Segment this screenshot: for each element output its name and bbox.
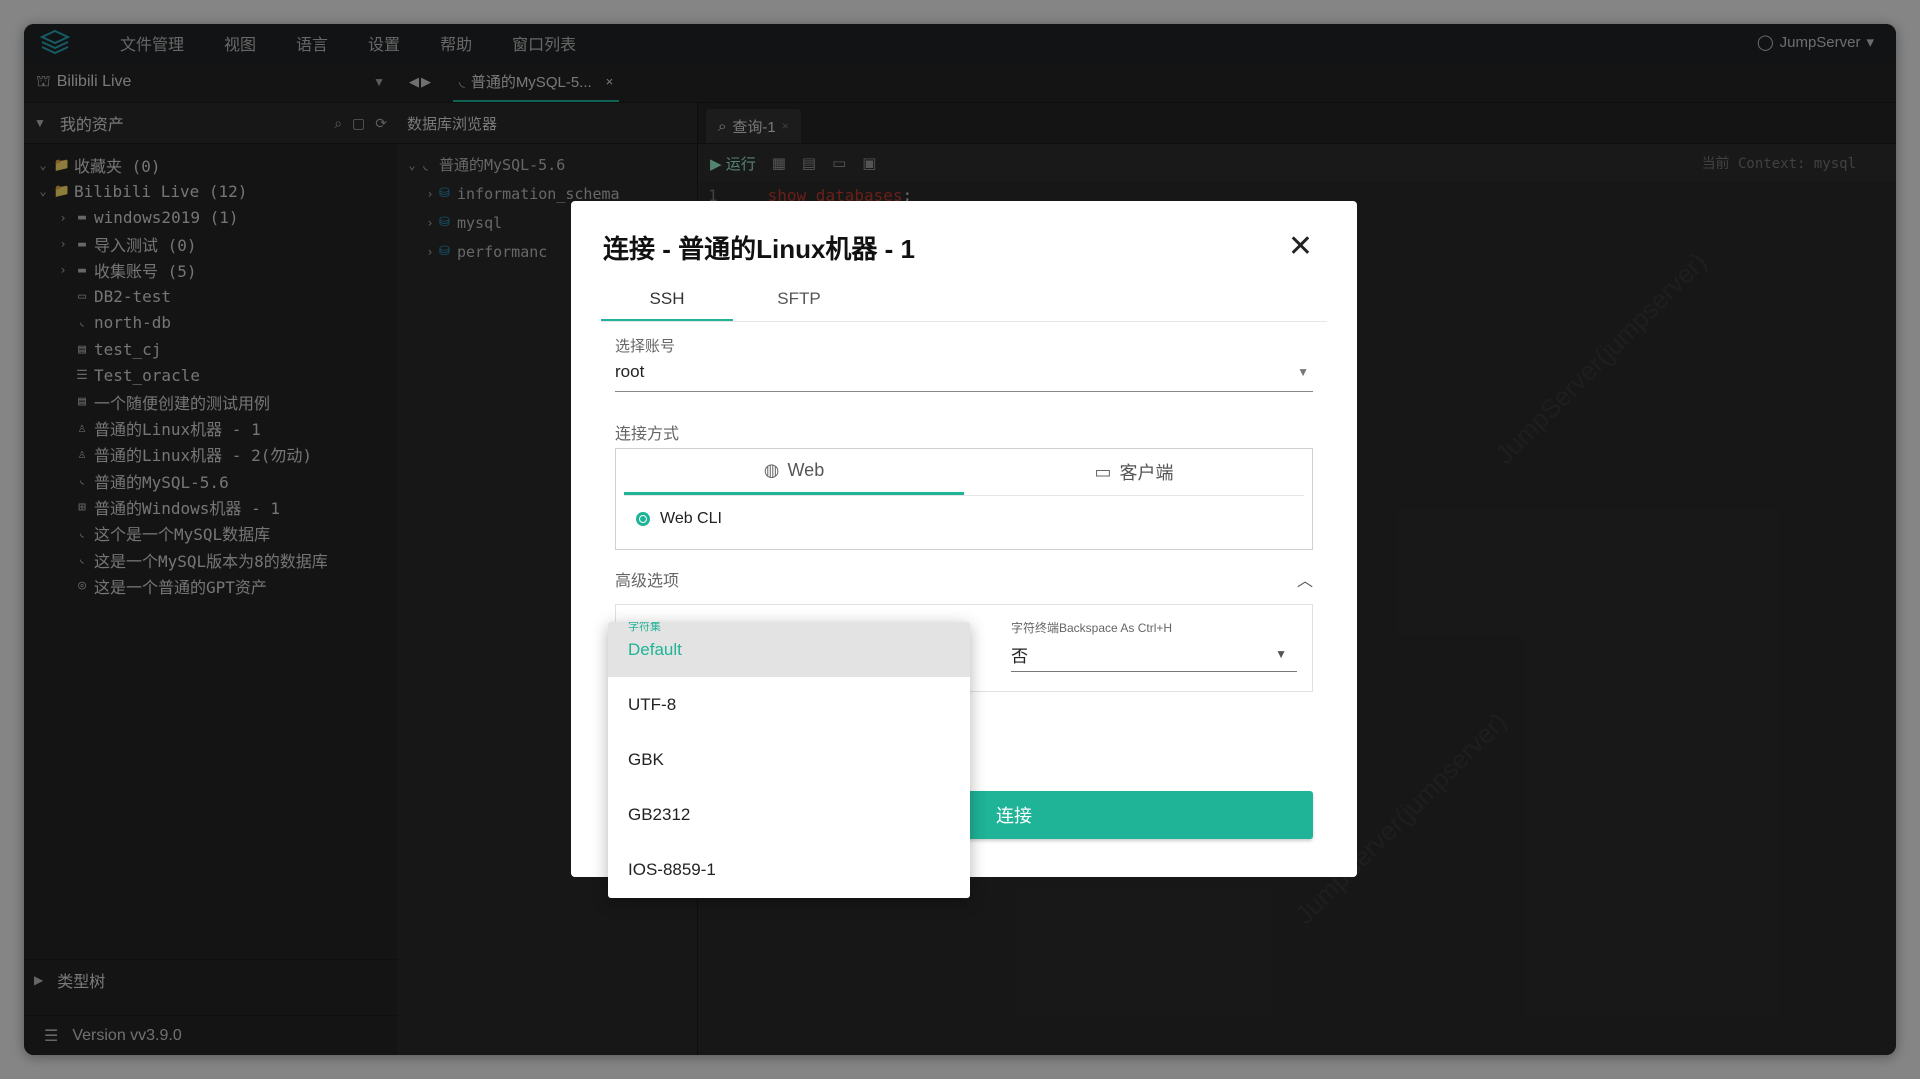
backspace-select[interactable]: 否 ▼: [1011, 637, 1297, 672]
connect-method-box: ◍ Web ▭ 客户端 Web CLI: [615, 448, 1313, 550]
globe-icon: ◍: [763, 460, 780, 480]
tab-sftp[interactable]: SFTP: [733, 281, 865, 321]
charset-label: 字符集: [628, 622, 661, 633]
method-label: 连接方式: [615, 426, 680, 443]
account-select[interactable]: root ▼: [615, 353, 1313, 392]
tab-client-label: 客户端: [1119, 463, 1174, 483]
charset-option-gb2312[interactable]: GB2312: [608, 787, 970, 842]
charset-dropdown: 字符集 Default UTF-8 GBK GB2312 IOS-8859-1: [608, 622, 970, 898]
protocol-tabs: SSH SFTP: [601, 281, 1327, 322]
advanced-label: 高级选项: [615, 573, 680, 590]
tab-client[interactable]: ▭ 客户端: [964, 449, 1304, 495]
charset-option-utf8[interactable]: UTF-8: [608, 677, 970, 732]
monitor-icon: ▭: [1094, 461, 1112, 482]
dialog-title: 连接 - 普通的Linux机器 - 1: [603, 234, 916, 264]
web-cli-option[interactable]: Web CLI: [616, 496, 1312, 528]
dropdown-arrow-icon: ▼: [1297, 365, 1309, 379]
web-cli-label: Web CLI: [660, 510, 722, 527]
close-icon[interactable]: ✕: [1288, 229, 1313, 264]
tab-web[interactable]: ◍ Web: [624, 449, 964, 495]
dropdown-arrow-icon: ▼: [1275, 647, 1287, 661]
charset-option-gbk[interactable]: GBK: [608, 732, 970, 787]
charset-option-iso[interactable]: IOS-8859-1: [608, 842, 970, 897]
chevron-up-icon[interactable]: ︿: [1297, 567, 1313, 591]
backspace-label: 字符终端Backspace As Ctrl+H: [1011, 621, 1173, 635]
backspace-value: 否: [1011, 646, 1028, 666]
account-value: root: [615, 362, 645, 381]
radio-selected-icon[interactable]: [636, 512, 650, 526]
connect-button[interactable]: 连接: [966, 791, 1313, 839]
connect-button-label: 连接: [996, 806, 1032, 826]
tab-web-label: Web: [787, 460, 825, 480]
charset-option-default[interactable]: Default: [608, 622, 970, 677]
tab-ssh[interactable]: SSH: [601, 281, 733, 321]
